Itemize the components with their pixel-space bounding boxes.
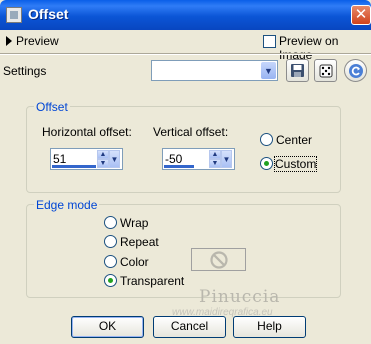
save-preset-icon — [291, 64, 304, 77]
horizontal-offset-up-button[interactable]: ▲ — [97, 150, 109, 159]
reset-icon — [348, 63, 363, 78]
offset-group-title: Offset — [34, 100, 70, 114]
horizontal-offset-input[interactable]: 51 ▲ ▼ ▼ — [50, 148, 123, 170]
horizontal-offset-label: Horizontal offset: — [42, 125, 132, 139]
edge-mode-group-title: Edge mode — [34, 198, 100, 212]
window-title: Offset — [28, 6, 69, 22]
preset-dropdown[interactable]: ▼ — [151, 60, 278, 81]
wrap-radio-label: Wrap — [120, 216, 149, 230]
vertical-offset-slider-bar[interactable] — [164, 165, 194, 168]
watermark-name: Pinuccia — [199, 287, 281, 307]
repeat-radio[interactable] — [104, 235, 117, 248]
horizontal-offset-slider-button[interactable]: ▼ — [109, 150, 120, 168]
expand-arrow-icon[interactable] — [6, 36, 12, 46]
ok-button[interactable]: OK — [71, 316, 144, 338]
close-icon: ✕ — [354, 6, 368, 23]
app-icon — [6, 7, 22, 23]
separator — [0, 53, 371, 55]
custom-radio-label: Custom — [273, 156, 318, 172]
save-preset-button[interactable] — [286, 59, 309, 82]
preview-on-image-checkbox[interactable] — [263, 35, 276, 48]
repeat-radio-label: Repeat — [120, 235, 159, 249]
randomize-button[interactable] — [314, 59, 337, 82]
no-color-icon — [209, 250, 228, 269]
color-radio[interactable] — [104, 255, 117, 268]
reset-button[interactable] — [344, 59, 367, 82]
center-radio[interactable] — [260, 133, 273, 146]
horizontal-offset-slider-bar[interactable] — [52, 165, 96, 168]
vertical-offset-label: Vertical offset: — [153, 125, 229, 139]
horizontal-offset-value: 51 — [53, 152, 67, 166]
vertical-offset-value: -50 — [165, 152, 183, 166]
horizontal-offset-down-button[interactable]: ▼ — [97, 159, 109, 168]
help-button[interactable]: Help — [233, 316, 306, 338]
vertical-offset-slider-button[interactable]: ▼ — [221, 150, 232, 168]
vertical-offset-up-button[interactable]: ▲ — [209, 150, 221, 159]
transparent-radio[interactable] — [104, 274, 117, 287]
color-radio-label: Color — [120, 255, 149, 269]
cancel-button[interactable]: Cancel — [153, 316, 226, 338]
preview-on-image-label: Preview on Image — [279, 34, 339, 62]
vertical-offset-input[interactable]: -50 ▲ ▼ ▼ — [162, 148, 235, 170]
title-bar[interactable]: Offset ✕ — [0, 0, 371, 30]
transparent-radio-label: Transparent — [120, 274, 185, 288]
wrap-radio[interactable] — [104, 216, 117, 229]
randomize-icon — [319, 64, 332, 77]
preview-row: Preview Preview on Image — [0, 30, 371, 62]
settings-label: Settings — [3, 64, 47, 78]
preview-toggle[interactable]: Preview — [16, 34, 59, 48]
edge-color-swatch[interactable] — [191, 248, 246, 271]
close-button[interactable]: ✕ — [351, 5, 371, 25]
chevron-down-icon[interactable]: ▼ — [261, 62, 276, 79]
center-radio-label: Center — [276, 133, 313, 147]
vertical-offset-down-button[interactable]: ▼ — [209, 159, 221, 168]
custom-radio[interactable] — [260, 157, 273, 170]
